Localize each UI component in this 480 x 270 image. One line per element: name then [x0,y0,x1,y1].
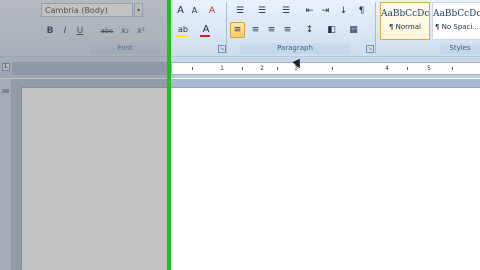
style-preview: AaBbCcDc [433,9,480,19]
ruler-tick [242,67,243,70]
highlight-color-bar [176,35,188,37]
style-name: ¶ Normal [388,23,421,31]
clear-formatting-button[interactable]: A [204,3,220,19]
styles-group-label: Styles [440,43,480,54]
divider-line [167,0,171,270]
numbering-button[interactable]: ☰ [254,3,270,19]
ruler-tick [277,67,278,70]
borders-button[interactable]: ▦ [346,22,361,38]
dimmed-region [0,0,168,270]
decrease-indent-button[interactable]: ⇤ [302,3,317,19]
sort-button[interactable]: ↓ [336,3,351,19]
ruler-number: 2 [260,65,264,72]
show-formatting-marks-button[interactable]: ¶ [354,3,369,19]
ruler-number: 5 [427,65,431,72]
group-separator [226,2,227,54]
grow-font-button[interactable]: A [174,3,187,19]
style-normal[interactable]: AaBbCcDc ¶ Normal [380,2,430,40]
font-dialog-launcher[interactable]: ↘ [218,45,226,53]
increase-indent-button[interactable]: ⇥ [318,3,333,19]
ruler-tick [452,67,453,70]
ruler-tick [407,67,408,70]
shrink-font-button[interactable]: A [188,3,201,19]
group-separator [375,2,376,54]
paragraph-group-label: Paragraph [240,43,350,54]
paragraph-dialog-launcher[interactable]: ↘ [366,45,374,53]
style-no-spacing[interactable]: AaBbCcDc ¶ No Spaci... [432,2,480,40]
bullets-button[interactable]: ☰ [232,3,248,19]
justify-button[interactable]: ≡ [280,22,295,38]
ruler-number: 1 [220,65,224,72]
style-name: ¶ No Spaci... [434,23,480,31]
line-spacing-button[interactable]: ↕ [302,22,317,38]
ruler-tick [332,67,333,70]
ruler-number: 4 [385,65,389,72]
ruler-tick [192,67,193,70]
align-left-button[interactable]: ≡ [230,22,245,38]
font-color-bar [200,35,210,37]
shading-button[interactable]: ◧ [324,22,339,38]
align-right-button[interactable]: ≡ [264,22,279,38]
align-center-button[interactable]: ≡ [248,22,263,38]
style-preview: AaBbCcDc [381,9,430,19]
multilevel-list-button[interactable]: ☰ [278,3,294,19]
